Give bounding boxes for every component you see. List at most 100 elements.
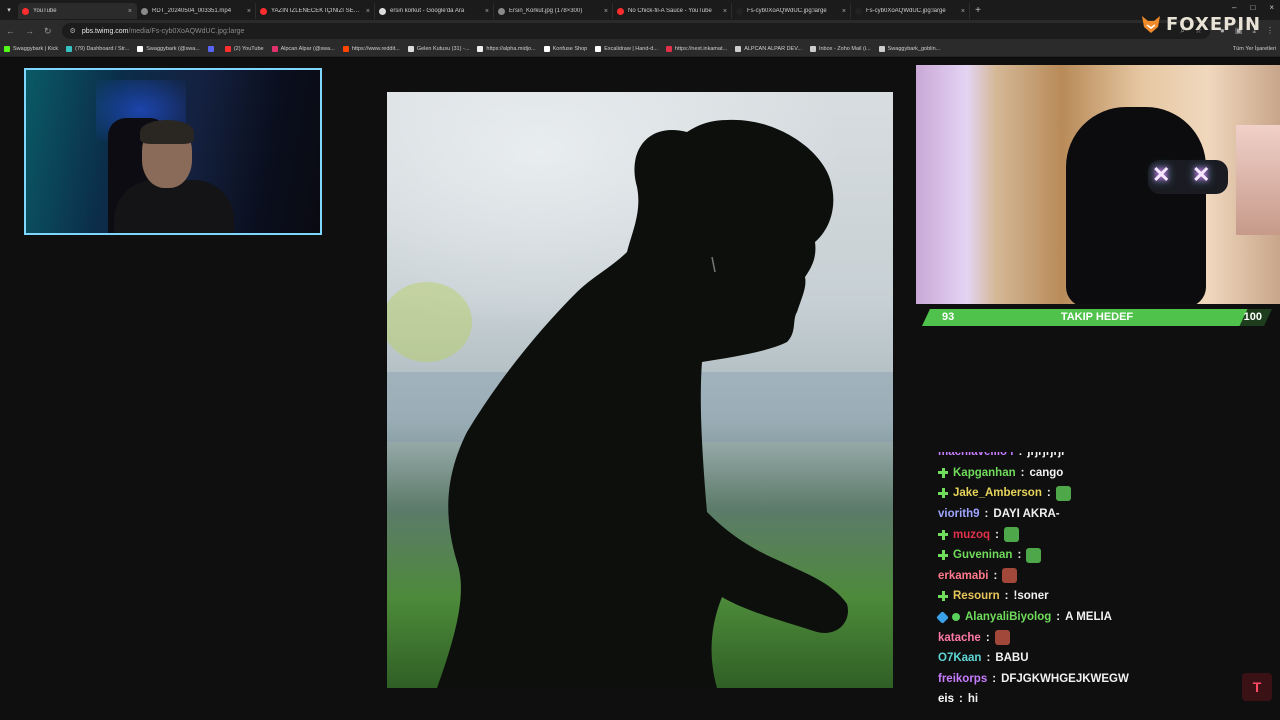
main-image — [387, 92, 893, 688]
bookmark-item[interactable]: https://next.inkamat... — [665, 46, 728, 52]
all-bookmarks-link[interactable]: Tüm Yer İşaretleri — [1233, 46, 1276, 52]
chat-username[interactable]: Guveninan — [953, 549, 1012, 561]
new-tab-button[interactable]: + — [970, 5, 986, 16]
webcam-left — [24, 68, 322, 235]
logo-text: FOXEPIN — [1166, 13, 1262, 35]
tab-search-icon[interactable]: ▾ — [0, 6, 18, 14]
tab-close-icon[interactable]: × — [842, 8, 846, 15]
chat-emote-icon — [1003, 527, 1019, 543]
chat-message: O7Kaan : BABU — [930, 648, 1260, 669]
chat-text: DAYI AKRA- — [993, 508, 1060, 521]
bookmark-favicon-icon — [4, 46, 10, 52]
tab-favicon-icon — [617, 7, 624, 15]
hooded-figure — [1066, 107, 1206, 304]
tab-close-icon[interactable]: × — [604, 8, 608, 15]
chat-message: Jake_Amberson : — [930, 483, 1260, 504]
tab-label: Fs-cyb0XoAQWdUC.jpg:large — [747, 8, 827, 14]
chat-username[interactable]: erkamabi — [938, 570, 989, 582]
bookmark-item[interactable]: ALPCAN ALPAR DEV... — [735, 46, 802, 52]
site-info-icon[interactable]: ⚙ — [70, 27, 76, 35]
tab-close-icon[interactable]: × — [485, 8, 489, 15]
mod-badge-icon — [938, 488, 948, 499]
chat-separator: : — [1018, 452, 1023, 459]
tab-label: YAZIN İZLENECEK İÇİNİZİ SERİSİ — [271, 8, 362, 14]
chat-username[interactable]: AlanyaliBiyolog — [965, 611, 1051, 623]
bookmark-item[interactable]: (79) Dashboard / Str... — [66, 46, 129, 52]
bookmark-item[interactable]: Swaggybark (@swa... — [137, 46, 200, 52]
bookmark-favicon-icon — [224, 46, 231, 52]
mod-badge-icon — [938, 591, 948, 602]
chat-username[interactable]: eis — [938, 693, 954, 705]
tab-close-icon[interactable]: × — [961, 8, 965, 15]
chat-username[interactable]: Jake_Amberson — [953, 487, 1042, 499]
chat-text: A MELIA — [1065, 611, 1112, 624]
bookmark-label: (2) YouTube — [233, 46, 264, 52]
bookmark-favicon-icon — [809, 46, 816, 52]
chat-username[interactable]: O7Kaan — [938, 652, 981, 664]
bookmark-label: https://www.reddit... — [351, 46, 400, 52]
browser-tab[interactable]: Fs-cyb0XoAQWdUC.jpg:large × — [851, 3, 970, 19]
chat-username[interactable]: freikorps — [938, 673, 987, 685]
chat-username[interactable]: machiavellio i — [938, 452, 1013, 458]
bookmark-label: https://alpha.midjo... — [486, 46, 536, 52]
tab-label: Ersin_Korkut.jpg (178×300) — [509, 8, 583, 14]
tab-close-icon[interactable]: × — [128, 8, 132, 15]
chat-text: hi — [967, 693, 979, 706]
bookmark-item[interactable]: Swaggybark_goblin... — [878, 46, 941, 52]
chat-separator: : — [993, 569, 998, 582]
browser-tab[interactable]: RDT_20240504_003351.mp4 × — [137, 3, 256, 19]
chat-username[interactable]: muzoq — [953, 529, 990, 541]
close-window-button[interactable]: × — [1269, 3, 1274, 12]
bookmark-item[interactable]: Gelen Kutusu (31) -... — [407, 46, 469, 52]
browser-tab[interactable]: YAZIN İZLENECEK İÇİNİZİ SERİSİ × — [256, 3, 375, 19]
tabs-container: YouTube × RDT_20240504_003351.mp4 × YAZIN İZ… — [18, 1, 970, 19]
tab-close-icon[interactable]: × — [247, 8, 251, 15]
bookmark-label: Swaggybark_goblin... — [887, 46, 941, 52]
url-input[interactable]: ⚙ pbs.twimg.com/media/Fs-cyb0XoAQWdUC.jp… — [61, 23, 1211, 39]
bookmarks-bar: Swaggybark | Kick (79) Dashboard / Str...… — [0, 42, 1280, 57]
bookmark-item[interactable]: https://www.reddit... — [342, 46, 400, 52]
gem-badge-icon — [936, 610, 949, 624]
tab-close-icon[interactable]: × — [366, 8, 370, 15]
goal-title: TAKIP HEDEF — [1060, 311, 1134, 323]
chat-username[interactable]: Kapganhan — [953, 467, 1016, 479]
chat-message: AlanyaliBiyolog : A MELIA — [930, 607, 1260, 628]
mod-badge-icon — [938, 467, 948, 478]
bookmark-item[interactable] — [207, 46, 217, 52]
tab-label: RDT_20240504_003351.mp4 — [152, 8, 232, 14]
tab-favicon-icon — [379, 7, 386, 15]
chat-separator: : — [959, 693, 963, 706]
reload-icon[interactable]: ↻ — [44, 26, 52, 37]
tab-label: ersin korkut - Google'da Ara — [390, 8, 465, 14]
follow-goal-bar: 93 TAKIP HEDEF 100 — [914, 309, 1280, 326]
bookmark-item[interactable]: https://alpha.midjo... — [477, 46, 536, 52]
bookmark-label: https://next.inkamat... — [674, 46, 728, 52]
tab-close-icon[interactable]: × — [723, 8, 727, 15]
chat-username[interactable]: viorith9 — [938, 508, 980, 520]
browser-tab[interactable]: ersin korkut - Google'da Ara × — [375, 3, 494, 19]
chat-text: !soner — [1013, 590, 1049, 603]
led-eye-right-icon: ✕ — [1192, 162, 1211, 187]
bookmark-item[interactable]: Konfuse Shop — [543, 46, 587, 52]
bookmark-item[interactable]: Swaggybark | Kick — [4, 46, 58, 52]
browser-tab[interactable]: Fs-cyb0XoAQWdUC.jpg:large × — [732, 3, 851, 19]
bookmark-item[interactable]: (2) YouTube — [224, 46, 264, 52]
bookmark-item[interactable]: Excalidraw | Hand-d... — [595, 46, 658, 52]
bookmark-label: (79) Dashboard / Str... — [75, 46, 130, 52]
browser-tab[interactable]: No Chick-fil-A Sauce - YouTube × — [613, 3, 732, 19]
back-icon[interactable]: ← — [6, 26, 15, 36]
bookmark-favicon-icon — [477, 46, 484, 52]
bookmark-favicon-icon — [878, 46, 885, 52]
chat-username[interactable]: Resourn — [953, 590, 1000, 602]
browser-tab[interactable]: Ersin_Korkut.jpg (178×300) × — [494, 3, 613, 19]
chat-text: BABU — [995, 652, 1029, 665]
bookmark-label: Excalidraw | Hand-d... — [604, 46, 658, 52]
chat-separator: : — [995, 528, 999, 541]
mod-badge-icon — [938, 529, 948, 540]
fox-icon — [1142, 16, 1160, 33]
chat-username[interactable]: katache — [938, 632, 981, 644]
bookmark-item[interactable]: Alpcan Alpar (@swa... — [271, 46, 335, 52]
bookmark-item[interactable]: Inbox - Zoho Mail (i... — [809, 46, 871, 52]
forward-icon[interactable]: → — [25, 26, 34, 36]
browser-tab[interactable]: YouTube × — [18, 3, 137, 19]
